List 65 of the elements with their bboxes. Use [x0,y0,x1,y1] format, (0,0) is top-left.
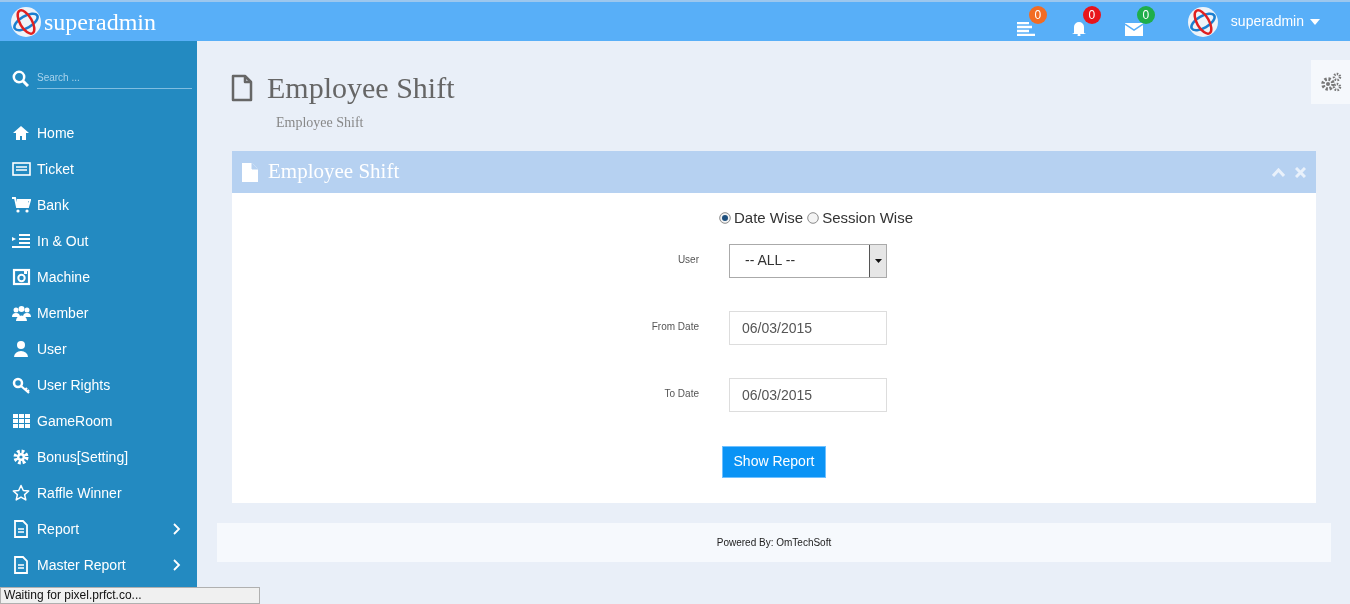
show-report-button[interactable]: Show Report [722,445,826,478]
count-badge: 0 [1136,5,1155,24]
field-label: User [676,252,699,267]
date-field[interactable]: 06/03/2015 [729,310,887,345]
page-subtitle: Employee Shift [276,114,365,132]
document-icon [12,520,31,538]
search-icon [12,69,29,87]
radio-option[interactable]: Session Wise [807,207,914,230]
user-menu[interactable]: superadmin [1230,11,1320,32]
sidebar-item[interactable]: User [0,331,197,367]
user-icon [12,340,31,358]
radio-button[interactable] [718,212,731,225]
user-dropdown[interactable]: -- ALL -- [729,243,887,278]
sidebar-item[interactable]: Machine [0,259,197,295]
document-icon [231,73,253,102]
sidebar-item[interactable]: GameRoom [0,403,197,439]
notification-button[interactable]: 0 [1016,5,1047,38]
radio-button[interactable] [807,212,820,225]
settings-icon [1319,72,1342,92]
page-title: Employee Shift [267,70,455,106]
count-badge: 0 [1028,5,1047,24]
sidebar-item[interactable]: Member [0,295,197,331]
caret-icon [874,258,882,263]
indent-list-icon [12,232,31,250]
logo-icon [10,5,42,38]
sidebar-item[interactable]: Report [0,511,197,547]
camera-icon [12,268,31,286]
close-icon [1295,166,1306,178]
count-badge: 0 [1082,5,1101,24]
brand-name: superadmin [44,7,156,37]
avatar-icon [1186,5,1219,38]
radio-option[interactable]: Date Wise [718,207,804,230]
footer-text: Powered By: OmTechSoft [716,535,832,550]
cart-icon [12,196,31,214]
notification-button[interactable]: 0 [1070,5,1101,38]
users-icon [12,304,31,322]
sidebar-item[interactable]: Bonus[Setting] [0,439,197,475]
gear-icon [12,448,31,466]
field-label: To Date [663,386,699,401]
browser-status-bar: Waiting for pixel.prfct.co... [0,587,260,604]
document-icon [242,162,258,182]
document-icon [12,556,31,574]
sidebar-item[interactable]: In & Out [0,223,197,259]
panel-title: Employee Shift [268,158,401,186]
bell-icon [1070,19,1087,36]
sidebar-item[interactable]: Bank [0,187,197,223]
caret-icon [1310,18,1320,25]
key-icon [12,376,31,394]
sidebar-item[interactable]: Raffle Winner [0,475,197,511]
grid-icon [12,412,31,430]
sidebar-item[interactable]: Home [0,115,197,151]
search-field[interactable]: Search ... [37,67,192,89]
settings-panel-toggle[interactable] [1311,60,1350,104]
sidebar-item[interactable]: Master Report [0,547,197,583]
sidebar-item[interactable]: User Rights [0,367,197,403]
ticket-icon [12,160,31,178]
envelope-icon [1124,21,1143,36]
chevron-up-icon [1272,167,1285,177]
list-icon [1016,21,1035,36]
date-field[interactable]: 06/03/2015 [729,377,887,412]
sidebar-item[interactable]: Ticket [0,151,197,187]
notification-button[interactable]: 0 [1124,5,1155,38]
star-icon [12,484,31,502]
home-icon [12,124,31,142]
field-label: From Date [650,319,699,334]
